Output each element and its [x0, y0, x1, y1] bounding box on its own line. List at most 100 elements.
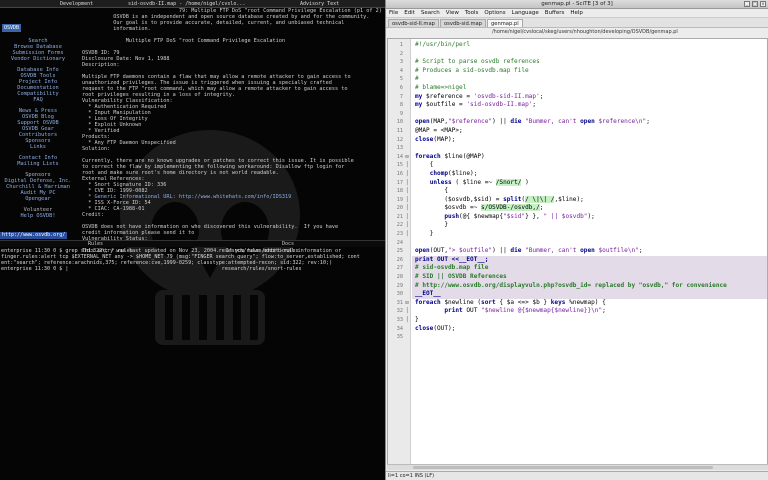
- code-text[interactable]: #!/usr/bin/perl: [412, 41, 470, 48]
- tab-rules[interactable]: Rules: [88, 241, 103, 248]
- code-line[interactable]: 19 │ ($osvdb,$sid) = split(/ \|\| /,$line…: [397, 195, 767, 205]
- code-line[interactable]: 5 #: [400, 75, 767, 84]
- code-text[interactable]: chomp($line);: [412, 170, 478, 177]
- code-text[interactable]: push(@{ $newmap{"$sid"} }, " || $osvdb")…: [412, 213, 594, 220]
- tab-genmap-pl[interactable]: genmap.pl: [486, 19, 523, 27]
- code-line[interactable]: 20 │ $osvdb =~ s/OSVDB-/osvdb,/;: [397, 204, 767, 213]
- menu-options[interactable]: Options: [484, 9, 505, 17]
- code-text[interactable]: print OUT <<__EOT__;: [412, 256, 488, 263]
- code-line[interactable]: 18 │ {: [397, 187, 767, 196]
- menu-help[interactable]: Help: [570, 9, 583, 17]
- code-line[interactable]: 6 # blame=>nigel: [400, 84, 767, 93]
- code-line[interactable]: 29 # http://www.osvdb.org/displayvuln.php…: [397, 281, 767, 291]
- tab-osvdb-sid-II-map[interactable]: osvdb-sid-II.map: [388, 19, 439, 27]
- code-line[interactable]: 11 @MAP = <MAP>;: [397, 127, 767, 136]
- tab-docs[interactable]: Docs: [282, 241, 294, 248]
- code-line[interactable]: 12 close(MAP);: [397, 136, 767, 145]
- code-text[interactable]: open(OUT,"> $outfile") || die "Bummer, c…: [412, 247, 643, 254]
- code-line[interactable]: 32 │ print OUT "$newline @{$newmap{$newli…: [397, 307, 767, 316]
- fold-minus-icon[interactable]: ⊟: [404, 299, 410, 308]
- code-text[interactable]: $osvdb =~ s/OSVDB-/osvdb,/;: [412, 204, 543, 212]
- help-osvdb-link[interactable]: Help OSVDB!: [2, 213, 74, 219]
- code-text[interactable]: # SID || OSVDB References: [412, 273, 507, 280]
- shell-output[interactable]: enterprise 11:30 0 $ grep sid:322\; *.ru…: [1, 248, 385, 272]
- menu-language[interactable]: Language: [512, 9, 539, 17]
- code-line[interactable]: 23 │ }: [397, 230, 767, 239]
- code-text[interactable]: [412, 144, 415, 151]
- code-text[interactable]: __EOT__: [412, 290, 441, 297]
- code-text[interactable]: @MAP = <MAP>;: [412, 127, 463, 134]
- code-line[interactable]: 34 close(OUT);: [397, 325, 767, 334]
- code-line[interactable]: 2: [400, 50, 767, 59]
- nav-link[interactable]: Vendor Dictionary: [2, 56, 74, 62]
- menu-file[interactable]: File: [389, 9, 398, 17]
- code-text[interactable]: unless ( $line =~ /Snort/ ): [412, 178, 529, 186]
- code-text[interactable]: my $reference = 'osvdb-sid-II.map';: [412, 93, 543, 100]
- code-text[interactable]: # blame=>nigel: [412, 84, 466, 91]
- code-line[interactable]: 33 │}: [397, 316, 767, 325]
- code-text[interactable]: }: [412, 316, 419, 323]
- menu-tools[interactable]: Tools: [465, 9, 479, 17]
- code-line[interactable]: 21 │ push(@{ $newmap{"$sid"} }, " || $osv…: [397, 213, 767, 222]
- menu-edit[interactable]: Edit: [404, 9, 415, 17]
- code-line[interactable]: 22 │ }: [397, 221, 767, 230]
- code-line[interactable]: 25 open(OUT,"> $outfile") || die "Bummer,…: [397, 247, 767, 256]
- code-text[interactable]: close(MAP);: [412, 136, 455, 143]
- code-text[interactable]: foreach $line(@MAP): [412, 153, 485, 160]
- code-text[interactable]: }: [412, 221, 448, 228]
- minimize-button[interactable]: _: [744, 1, 750, 7]
- code-line[interactable]: 13: [397, 144, 767, 153]
- menu-search[interactable]: Search: [421, 9, 440, 17]
- code-text[interactable]: open(MAP,"$reference") || die "Bummer, c…: [412, 118, 650, 125]
- code-line[interactable]: 3 # Script to parse osvdb references: [400, 58, 767, 67]
- fold-minus-icon[interactable]: ⊟: [404, 153, 410, 162]
- code-line[interactable]: 10 open(MAP,"$reference") || die "Bummer,…: [397, 118, 767, 127]
- code-line[interactable]: 8 my $outfile = 'sid-osvdb-II.map';: [400, 101, 767, 110]
- code-lines[interactable]: 1 #!/usr/bin/perl 2 3 # Script to parse osvd…: [397, 41, 767, 342]
- code-text[interactable]: ($osvdb,$sid) = split(/ \|\| /,$line);: [412, 195, 584, 203]
- horizontal-scrollbar[interactable]: [387, 464, 768, 470]
- tab-osvdb-sid-map[interactable]: osvdb-sid.map: [439, 19, 486, 27]
- code-text[interactable]: print OUT "$newline @{$newmap{$newline}}…: [412, 307, 605, 314]
- code-text[interactable]: #: [412, 75, 419, 82]
- code-editor[interactable]: 1 #!/usr/bin/perl 2 3 # Script to parse osvd…: [387, 38, 768, 470]
- maximize-button[interactable]: □: [752, 1, 758, 7]
- code-text[interactable]: # sid-osvdb.map file: [412, 264, 488, 271]
- code-line[interactable]: 24: [397, 239, 767, 248]
- code-line[interactable]: 15 │ {: [397, 161, 767, 170]
- code-text[interactable]: {: [412, 187, 448, 194]
- code-line[interactable]: 14 ⊟ foreach $line(@MAP): [397, 153, 767, 162]
- code-text[interactable]: foreach $newline (sort { $a <=> $b } key…: [412, 299, 606, 306]
- code-line[interactable]: 30 __EOT__: [397, 290, 767, 299]
- code-line[interactable]: 4 # Produces a sid-osvdb.map file: [400, 67, 767, 76]
- title-bar[interactable]: genmap.pl - SciTE [3 of 3] _ □ x: [386, 0, 768, 9]
- code-line[interactable]: 7 my $reference = 'osvdb-sid-II.map';: [400, 93, 767, 102]
- code-line[interactable]: 27 # sid-osvdb.map file: [397, 264, 767, 274]
- code-text[interactable]: [412, 110, 415, 117]
- code-line[interactable]: 1 #!/usr/bin/perl: [400, 41, 767, 50]
- code-text[interactable]: # http://www.osvdb.org/displayvuln.php?o…: [412, 282, 727, 289]
- code-text[interactable]: }: [412, 230, 434, 237]
- code-line[interactable]: 16 │ chomp($line);: [397, 170, 767, 179]
- code-text[interactable]: # Script to parse osvdb references: [412, 58, 540, 65]
- code-text[interactable]: # Produces a sid-osvdb.map file: [412, 67, 529, 74]
- scrollbar-thumb[interactable]: [413, 466, 713, 469]
- code-line[interactable]: 17 │ unless ( $line =~ /Snort/ ): [397, 178, 767, 188]
- code-text[interactable]: [412, 333, 415, 340]
- code-text[interactable]: my $outfile = 'sid-osvdb-II.map';: [412, 101, 536, 108]
- code-line[interactable]: 28 # SID || OSVDB References: [397, 273, 767, 282]
- code-text[interactable]: close(OUT);: [412, 325, 455, 332]
- code-text[interactable]: [412, 239, 415, 246]
- terminal-tab-map[interactable]: sid-osvdb-II.map - /home/nigel/cvslo...: [128, 0, 245, 8]
- menu-buffers[interactable]: Buffers: [545, 9, 565, 17]
- osvdb-logo[interactable]: OSVDB: [2, 24, 22, 32]
- nav-group-info: Database Info OSVDB Tools Project Info D…: [2, 67, 74, 103]
- code-text[interactable]: [412, 50, 415, 57]
- terminal-tab-advisory[interactable]: Advisory Text: [300, 0, 339, 8]
- terminal-tab-development[interactable]: Development: [60, 0, 93, 8]
- menu-view[interactable]: View: [446, 9, 459, 17]
- code-text[interactable]: {: [412, 161, 434, 168]
- close-button[interactable]: x: [760, 1, 766, 7]
- code-line[interactable]: 35: [397, 333, 767, 342]
- terminal-window[interactable]: Development sid-osvdb-II.map - /home/nig…: [0, 0, 385, 480]
